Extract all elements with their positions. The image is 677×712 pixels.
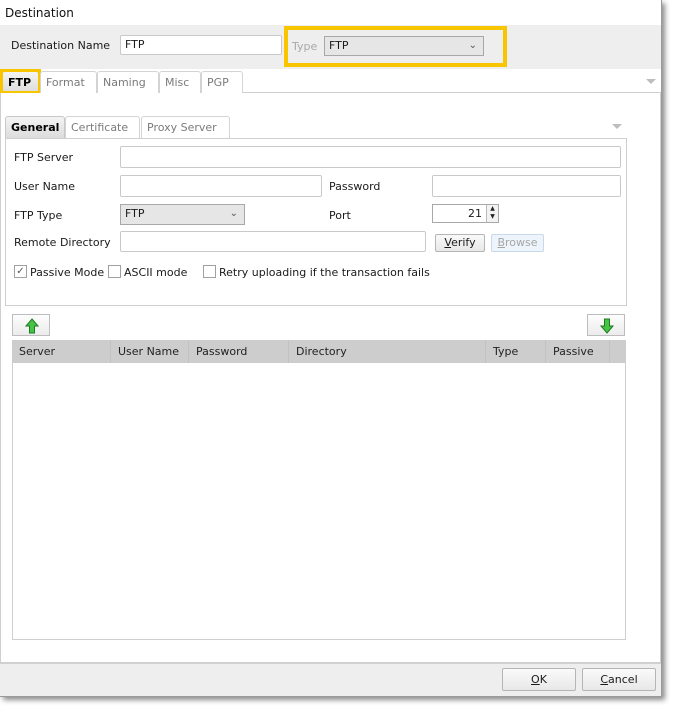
cancel-button[interactable]: Cancel bbox=[582, 668, 656, 691]
retry-label: Retry uploading if the transaction fails bbox=[219, 266, 430, 279]
browse-mnemonic: B bbox=[497, 236, 506, 249]
tab-naming[interactable]: Naming bbox=[97, 71, 159, 93]
type-select-value: FTP bbox=[329, 39, 349, 52]
destination-dialog: Destination Destination Name FTP Type FT… bbox=[0, 0, 662, 697]
browse-label: rowse bbox=[505, 236, 538, 249]
servers-grid[interactable] bbox=[12, 340, 626, 640]
type-label: Type bbox=[292, 40, 318, 53]
password-label: Password bbox=[329, 180, 381, 193]
grid-col-type[interactable]: Type bbox=[486, 340, 546, 363]
ftp-type-value: FTP bbox=[125, 207, 145, 220]
cancel-label: ancel bbox=[608, 673, 638, 686]
arrow-down-icon bbox=[600, 318, 614, 334]
grid-col-password[interactable]: Password bbox=[189, 340, 289, 363]
user-name-input[interactable] bbox=[120, 175, 322, 197]
passive-mode-checkbox[interactable]: ✓ bbox=[14, 265, 27, 278]
grid-header: Server User Name Password Directory Type… bbox=[12, 340, 626, 363]
port-label: Port bbox=[329, 209, 351, 222]
retry-checkbox[interactable] bbox=[203, 265, 216, 278]
checkmark-icon: ✓ bbox=[16, 266, 25, 277]
subtab-certificate[interactable]: Certificate bbox=[65, 116, 140, 138]
ftp-type-select[interactable]: FTP ⌄ bbox=[120, 204, 245, 225]
cancel-mnemonic: C bbox=[600, 673, 609, 686]
subtab-general[interactable]: General bbox=[5, 116, 65, 138]
verify-button[interactable]: Verify bbox=[435, 234, 485, 252]
move-down-button[interactable] bbox=[587, 314, 625, 336]
remote-directory-label: Remote Directory bbox=[14, 236, 111, 249]
ftp-server-input[interactable] bbox=[120, 146, 621, 168]
ftp-type-label: FTP Type bbox=[14, 209, 63, 222]
passive-mode-label: Passive Mode bbox=[30, 266, 105, 279]
grid-col-passive[interactable]: Passive bbox=[546, 340, 610, 363]
chevron-down-icon: ⌄ bbox=[468, 40, 477, 51]
port-value: 21 bbox=[468, 207, 482, 220]
password-input[interactable] bbox=[432, 175, 621, 197]
port-spinner[interactable]: 21 ▲ ▼ bbox=[432, 204, 499, 223]
ascii-mode-label: ASCII mode bbox=[124, 266, 188, 279]
arrow-up-icon bbox=[25, 318, 39, 334]
tab-format[interactable]: Format bbox=[40, 71, 97, 93]
grid-col-server[interactable]: Server bbox=[12, 340, 111, 363]
destination-name-label: Destination Name bbox=[11, 39, 111, 52]
ftp-tab-highlight-box bbox=[0, 69, 41, 94]
tab-misc[interactable]: Misc bbox=[159, 71, 201, 93]
move-up-button[interactable] bbox=[12, 314, 50, 336]
verify-label: erify bbox=[451, 236, 476, 249]
ascii-mode-checkbox[interactable] bbox=[108, 265, 121, 278]
type-select[interactable]: FTP ⌄ bbox=[324, 36, 484, 56]
user-name-label: User Name bbox=[14, 180, 76, 193]
ok-mnemonic: O bbox=[531, 673, 540, 686]
destination-name-input[interactable]: FTP bbox=[120, 35, 282, 55]
main-tabs-overflow-icon[interactable] bbox=[646, 79, 656, 84]
spin-up-icon[interactable]: ▲ bbox=[487, 205, 498, 213]
browse-button[interactable]: Browse bbox=[491, 234, 544, 252]
grid-col-directory[interactable]: Directory bbox=[289, 340, 486, 363]
ok-label: K bbox=[539, 673, 547, 686]
ok-button[interactable]: OK bbox=[502, 668, 576, 691]
spin-down-icon[interactable]: ▼ bbox=[487, 213, 498, 221]
dialog-title: Destination bbox=[5, 6, 74, 20]
grid-col-user-name[interactable]: User Name bbox=[111, 340, 189, 363]
port-spin-buttons[interactable]: ▲ ▼ bbox=[486, 205, 498, 222]
sub-tabs-overflow-icon[interactable] bbox=[612, 124, 622, 129]
tab-pgp[interactable]: PGP bbox=[201, 71, 243, 93]
chevron-down-icon: ⌄ bbox=[229, 208, 238, 219]
remote-directory-input[interactable] bbox=[120, 231, 426, 252]
ftp-server-label: FTP Server bbox=[14, 151, 74, 164]
subtab-proxy-server[interactable]: Proxy Server bbox=[141, 116, 230, 138]
